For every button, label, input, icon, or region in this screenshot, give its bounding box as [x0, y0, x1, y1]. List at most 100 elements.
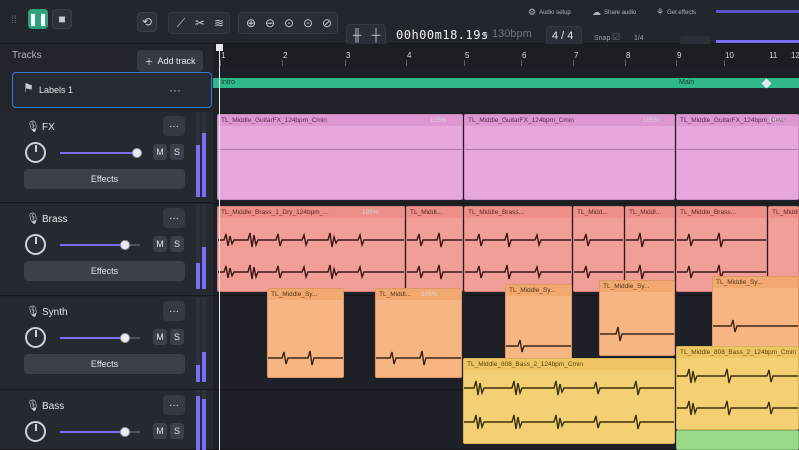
label-bar[interactable]: Intro Main: [213, 78, 799, 88]
volume-slider[interactable]: [60, 333, 140, 343]
waveform: [268, 350, 343, 366]
clip[interactable]: [676, 430, 799, 450]
waveform: [376, 350, 461, 366]
track-header-brass[interactable]: 🎙︎ Brass ··· M S Effects: [0, 204, 213, 296]
solo-button[interactable]: S: [170, 236, 184, 252]
share-audio-menu[interactable]: ☁ Share audio: [592, 7, 636, 18]
track-menu-button[interactable]: ···: [163, 116, 185, 136]
clip[interactable]: TL_Middle_Sy...: [599, 280, 675, 356]
stop-icon: ■: [58, 12, 66, 26]
mute-button[interactable]: M: [153, 423, 167, 439]
zoom-selection-icon[interactable]: ⊙: [279, 13, 299, 33]
split-tool-icon[interactable]: ✂: [190, 13, 210, 33]
mute-button[interactable]: M: [153, 236, 167, 252]
lane-bass[interactable]: TL_Middle_808_Bass_2_124bpm_Cmin TL_Midd…: [213, 346, 799, 450]
track-name[interactable]: Bass: [42, 401, 64, 412]
multi-tool-icon[interactable]: ≋: [209, 13, 229, 33]
clip[interactable]: TL_Middle_GuitarFX_124bpm_Cmin 105%: [464, 114, 675, 200]
loop-button[interactable]: ⟲: [137, 12, 157, 32]
meter-brass-right: [202, 204, 206, 289]
volume-thumb[interactable]: [132, 148, 142, 158]
audio-setup-menu[interactable]: ⚙ Audio setup: [528, 7, 571, 18]
clip[interactable]: TL_Middle_Sy...: [505, 284, 572, 364]
envelope-tool-icon[interactable]: ⟋: [171, 13, 191, 33]
track-name[interactable]: FX: [42, 122, 55, 133]
track-header-synth[interactable]: 🎙︎ Synth ··· M S Effects: [0, 297, 213, 390]
zoom-fit-icon[interactable]: ⊙: [298, 13, 318, 33]
lane-fx[interactable]: TL_Middle_GuitarFX_124bpm_Cmin 105% TL_M…: [213, 112, 799, 204]
pause-button[interactable]: ❚❚: [28, 9, 48, 29]
get-effects-menu[interactable]: ⚘ Get effects: [656, 7, 696, 18]
pan-knob[interactable]: [25, 327, 46, 348]
solo-button[interactable]: S: [170, 329, 184, 345]
timeline-ruler[interactable]: 1 2 3 4 5 6 7 8 9 10 11 12: [213, 44, 799, 66]
playhead[interactable]: [219, 44, 220, 450]
pan-knob[interactable]: [25, 234, 46, 255]
label-lane[interactable]: [213, 88, 799, 112]
add-track-button[interactable]: ＋ Add track: [137, 50, 203, 72]
volume-fill: [60, 152, 136, 154]
volume-thumb[interactable]: [120, 427, 130, 437]
zoom-toggle-icon[interactable]: ⊘: [317, 13, 337, 33]
tempo-field[interactable]: 130bpm: [492, 28, 532, 40]
clip[interactable]: TL_Middle_GuitarFX_124bpm_Cmin 105%: [676, 114, 799, 200]
drag-handle-icon[interactable]: ⁞⁞: [4, 10, 24, 30]
ruler-tick: [573, 60, 574, 66]
track-menu-button[interactable]: ···: [163, 301, 185, 321]
clip-title: TL_Middl...: [407, 207, 462, 218]
volume-slider[interactable]: [60, 427, 140, 437]
track-menu-button[interactable]: ···: [163, 395, 185, 415]
pan-knob[interactable]: [25, 142, 46, 163]
trim-icon[interactable]: ╫: [347, 25, 367, 45]
mute-button[interactable]: M: [153, 329, 167, 345]
track-menu-button[interactable]: ···: [163, 208, 185, 228]
stop-button[interactable]: ■: [52, 9, 72, 29]
clip[interactable]: TL_Middle_808_Bass_2_124bpm_Cmin: [676, 346, 799, 430]
labels-track-menu-button[interactable]: ···: [169, 83, 181, 97]
clip[interactable]: TL_Middle_Brass...: [464, 206, 572, 292]
label-main[interactable]: Main: [679, 79, 694, 86]
clip[interactable]: TL_Middle_808_Bass_2_124bpm_Cmin: [463, 358, 675, 444]
time-display[interactable]: 00h00m18.19s: [396, 28, 489, 42]
ruler-number: 3: [346, 51, 351, 60]
snap-checkbox[interactable]: ☑: [612, 32, 620, 43]
labels-track-header[interactable]: ⚑ Labels 1 ···: [12, 72, 212, 108]
snap-value[interactable]: 1/4: [634, 35, 644, 42]
time-menu-icon[interactable]: ▸: [484, 30, 488, 39]
volume-thumb[interactable]: [120, 240, 130, 250]
zoom-out-icon[interactable]: ⊖: [260, 13, 280, 33]
clip[interactable]: TL_Middl...: [406, 206, 463, 292]
clip-title: TL_Middle_Sy...: [713, 277, 798, 288]
mute-button[interactable]: M: [153, 144, 167, 160]
tracks-panel: Tracks ＋ Add track ⚑ Labels 1 ··· 🎙︎ FX …: [0, 44, 213, 450]
volume-fill: [60, 431, 124, 433]
volume-slider[interactable]: [60, 240, 140, 250]
ruler-number: 8: [626, 51, 631, 60]
ruler-tick: [220, 60, 221, 66]
volume-thumb[interactable]: [120, 333, 130, 343]
volume-slider[interactable]: [60, 148, 142, 158]
clip[interactable]: TL_Middle_Brass_1_Dry_124bpm_... 105%: [217, 206, 405, 292]
playhead-handle[interactable]: [216, 44, 223, 51]
pan-knob[interactable]: [25, 421, 46, 442]
time-signature[interactable]: 4 / 4: [552, 30, 573, 42]
clip[interactable]: TL_Middl... 105%: [375, 288, 462, 378]
clip[interactable]: TL_Middle_Sy...: [267, 288, 344, 378]
track-name[interactable]: Synth: [42, 307, 68, 318]
solo-button[interactable]: S: [170, 423, 184, 439]
track-name[interactable]: Brass: [42, 214, 68, 225]
effects-button[interactable]: Effects: [24, 261, 185, 281]
timeline[interactable]: 1 2 3 4 5 6 7 8 9 10 11 12 Intro Main TL…: [213, 44, 799, 450]
effects-button[interactable]: Effects: [24, 169, 185, 189]
waveform: [574, 265, 623, 279]
label-intro[interactable]: Intro: [221, 79, 235, 86]
zoom-in-icon[interactable]: ⊕: [241, 13, 261, 33]
clip[interactable]: TL_Middle_Sy...: [712, 276, 799, 348]
track-header-fx[interactable]: 🎙︎ FX ··· M S Effects: [0, 112, 213, 203]
waveform: [506, 339, 571, 353]
solo-button[interactable]: S: [170, 144, 184, 160]
silence-icon[interactable]: ┼: [366, 25, 386, 45]
track-header-bass[interactable]: 🎙︎ Bass ··· M S: [0, 391, 213, 450]
clip[interactable]: TL_Middle_GuitarFX_124bpm_Cmin 105%: [217, 114, 463, 200]
effects-button[interactable]: Effects: [24, 354, 185, 374]
